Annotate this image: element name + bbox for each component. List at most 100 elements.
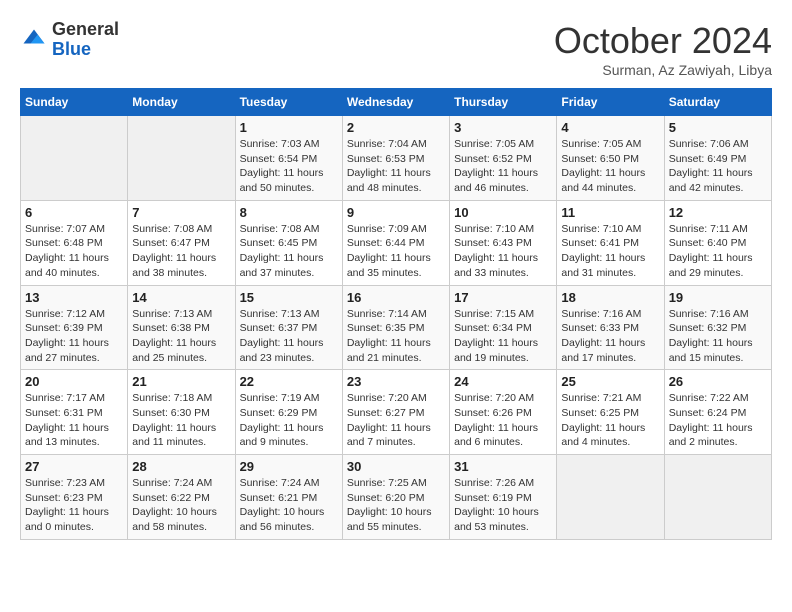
day-info: Sunrise: 7:14 AMSunset: 6:35 PMDaylight:… (347, 307, 445, 366)
day-info: Sunrise: 7:05 AMSunset: 6:50 PMDaylight:… (561, 137, 659, 196)
day-number: 3 (454, 120, 552, 135)
calendar-cell: 8 Sunrise: 7:08 AMSunset: 6:45 PMDaylight… (235, 200, 342, 285)
calendar-cell: 10 Sunrise: 7:10 AMSunset: 6:43 PMDayligh… (450, 200, 557, 285)
day-info: Sunrise: 7:04 AMSunset: 6:53 PMDaylight:… (347, 137, 445, 196)
day-number: 2 (347, 120, 445, 135)
calendar-cell: 23 Sunrise: 7:20 AMSunset: 6:27 PMDayligh… (342, 370, 449, 455)
day-info: Sunrise: 7:08 AMSunset: 6:45 PMDaylight:… (240, 222, 338, 281)
calendar-cell: 29 Sunrise: 7:24 AMSunset: 6:21 PMDayligh… (235, 455, 342, 540)
calendar-body: 1 Sunrise: 7:03 AMSunset: 6:54 PMDaylight… (21, 116, 772, 540)
day-info: Sunrise: 7:26 AMSunset: 6:19 PMDaylight:… (454, 476, 552, 535)
day-number: 20 (25, 374, 123, 389)
day-number: 12 (669, 205, 767, 220)
calendar-cell (128, 116, 235, 201)
day-info: Sunrise: 7:05 AMSunset: 6:52 PMDaylight:… (454, 137, 552, 196)
calendar-cell: 6 Sunrise: 7:07 AMSunset: 6:48 PMDaylight… (21, 200, 128, 285)
day-info: Sunrise: 7:25 AMSunset: 6:20 PMDaylight:… (347, 476, 445, 535)
week-row-5: 27Sunrise: 7:23 AMSunset: 6:23 PMDayligh… (21, 455, 772, 540)
weekday-header-sunday: Sunday (21, 89, 128, 116)
day-info: Sunrise: 7:24 AMSunset: 6:21 PMDaylight:… (240, 476, 338, 535)
day-number: 4 (561, 120, 659, 135)
weekday-header-wednesday: Wednesday (342, 89, 449, 116)
day-info: Sunrise: 7:15 AMSunset: 6:34 PMDaylight:… (454, 307, 552, 366)
day-info: Sunrise: 7:03 AMSunset: 6:54 PMDaylight:… (240, 137, 338, 196)
day-info: Sunrise: 7:06 AMSunset: 6:49 PMDaylight:… (669, 137, 767, 196)
weekday-header-thursday: Thursday (450, 89, 557, 116)
logo-general-text: General (52, 19, 119, 39)
calendar-cell: 1 Sunrise: 7:03 AMSunset: 6:54 PMDaylight… (235, 116, 342, 201)
calendar-cell: 3 Sunrise: 7:05 AMSunset: 6:52 PMDaylight… (450, 116, 557, 201)
week-row-4: 20Sunrise: 7:17 AMSunset: 6:31 PMDayligh… (21, 370, 772, 455)
calendar-cell: 28Sunrise: 7:24 AMSunset: 6:22 PMDayligh… (128, 455, 235, 540)
weekday-header-row: SundayMondayTuesdayWednesdayThursdayFrid… (21, 89, 772, 116)
logo-blue-text: Blue (52, 39, 91, 59)
day-info: Sunrise: 7:19 AMSunset: 6:29 PMDaylight:… (240, 391, 338, 450)
day-info: Sunrise: 7:16 AMSunset: 6:33 PMDaylight:… (561, 307, 659, 366)
day-info: Sunrise: 7:18 AMSunset: 6:30 PMDaylight:… (132, 391, 230, 450)
calendar-header: SundayMondayTuesdayWednesdayThursdayFrid… (21, 89, 772, 116)
day-number: 7 (132, 205, 230, 220)
day-info: Sunrise: 7:09 AMSunset: 6:44 PMDaylight:… (347, 222, 445, 281)
location-subtitle: Surman, Az Zawiyah, Libya (554, 62, 772, 78)
day-info: Sunrise: 7:23 AMSunset: 6:23 PMDaylight:… (25, 476, 123, 535)
calendar-cell: 20Sunrise: 7:17 AMSunset: 6:31 PMDayligh… (21, 370, 128, 455)
day-info: Sunrise: 7:13 AMSunset: 6:37 PMDaylight:… (240, 307, 338, 366)
day-number: 1 (240, 120, 338, 135)
calendar-cell: 19 Sunrise: 7:16 AMSunset: 6:32 PMDayligh… (664, 285, 771, 370)
day-info: Sunrise: 7:21 AMSunset: 6:25 PMDaylight:… (561, 391, 659, 450)
logo: General Blue (20, 20, 119, 60)
day-number: 13 (25, 290, 123, 305)
calendar-cell: 24Sunrise: 7:20 AMSunset: 6:26 PMDayligh… (450, 370, 557, 455)
calendar-cell: 11Sunrise: 7:10 AMSunset: 6:41 PMDayligh… (557, 200, 664, 285)
calendar-cell: 22 Sunrise: 7:19 AMSunset: 6:29 PMDayligh… (235, 370, 342, 455)
week-row-2: 6 Sunrise: 7:07 AMSunset: 6:48 PMDaylight… (21, 200, 772, 285)
day-number: 9 (347, 205, 445, 220)
day-number: 21 (132, 374, 230, 389)
weekday-header-monday: Monday (128, 89, 235, 116)
day-info: Sunrise: 7:10 AMSunset: 6:43 PMDaylight:… (454, 222, 552, 281)
calendar-cell (21, 116, 128, 201)
day-number: 6 (25, 205, 123, 220)
day-info: Sunrise: 7:11 AMSunset: 6:40 PMDaylight:… (669, 222, 767, 281)
calendar-cell: 27Sunrise: 7:23 AMSunset: 6:23 PMDayligh… (21, 455, 128, 540)
day-info: Sunrise: 7:20 AMSunset: 6:27 PMDaylight:… (347, 391, 445, 450)
day-info: Sunrise: 7:07 AMSunset: 6:48 PMDaylight:… (25, 222, 123, 281)
logo-icon (20, 26, 48, 54)
day-number: 5 (669, 120, 767, 135)
day-info: Sunrise: 7:08 AMSunset: 6:47 PMDaylight:… (132, 222, 230, 281)
calendar-cell: 30Sunrise: 7:25 AMSunset: 6:20 PMDayligh… (342, 455, 449, 540)
calendar-cell: 17Sunrise: 7:15 AMSunset: 6:34 PMDayligh… (450, 285, 557, 370)
calendar-table: SundayMondayTuesdayWednesdayThursdayFrid… (20, 88, 772, 540)
calendar-cell: 16 Sunrise: 7:14 AMSunset: 6:35 PMDayligh… (342, 285, 449, 370)
day-number: 23 (347, 374, 445, 389)
day-number: 15 (240, 290, 338, 305)
calendar-cell: 13 Sunrise: 7:12 AMSunset: 6:39 PMDayligh… (21, 285, 128, 370)
calendar-cell: 25Sunrise: 7:21 AMSunset: 6:25 PMDayligh… (557, 370, 664, 455)
day-info: Sunrise: 7:16 AMSunset: 6:32 PMDaylight:… (669, 307, 767, 366)
day-number: 11 (561, 205, 659, 220)
day-number: 29 (240, 459, 338, 474)
calendar-cell: 31 Sunrise: 7:26 AMSunset: 6:19 PMDayligh… (450, 455, 557, 540)
day-number: 28 (132, 459, 230, 474)
day-number: 31 (454, 459, 552, 474)
day-number: 18 (561, 290, 659, 305)
calendar-cell: 15 Sunrise: 7:13 AMSunset: 6:37 PMDayligh… (235, 285, 342, 370)
calendar-cell: 2 Sunrise: 7:04 AMSunset: 6:53 PMDaylight… (342, 116, 449, 201)
day-number: 10 (454, 205, 552, 220)
day-number: 26 (669, 374, 767, 389)
day-number: 22 (240, 374, 338, 389)
day-number: 14 (132, 290, 230, 305)
calendar-cell: 26 Sunrise: 7:22 AMSunset: 6:24 PMDayligh… (664, 370, 771, 455)
day-number: 16 (347, 290, 445, 305)
calendar-cell: 14Sunrise: 7:13 AMSunset: 6:38 PMDayligh… (128, 285, 235, 370)
day-info: Sunrise: 7:12 AMSunset: 6:39 PMDaylight:… (25, 307, 123, 366)
day-number: 19 (669, 290, 767, 305)
day-number: 24 (454, 374, 552, 389)
calendar-cell: 7 Sunrise: 7:08 AMSunset: 6:47 PMDaylight… (128, 200, 235, 285)
day-number: 8 (240, 205, 338, 220)
calendar-cell: 21 Sunrise: 7:18 AMSunset: 6:30 PMDayligh… (128, 370, 235, 455)
day-info: Sunrise: 7:22 AMSunset: 6:24 PMDaylight:… (669, 391, 767, 450)
calendar-cell: 12 Sunrise: 7:11 AMSunset: 6:40 PMDayligh… (664, 200, 771, 285)
title-block: October 2024 Surman, Az Zawiyah, Libya (554, 20, 772, 78)
month-title: October 2024 (554, 20, 772, 62)
